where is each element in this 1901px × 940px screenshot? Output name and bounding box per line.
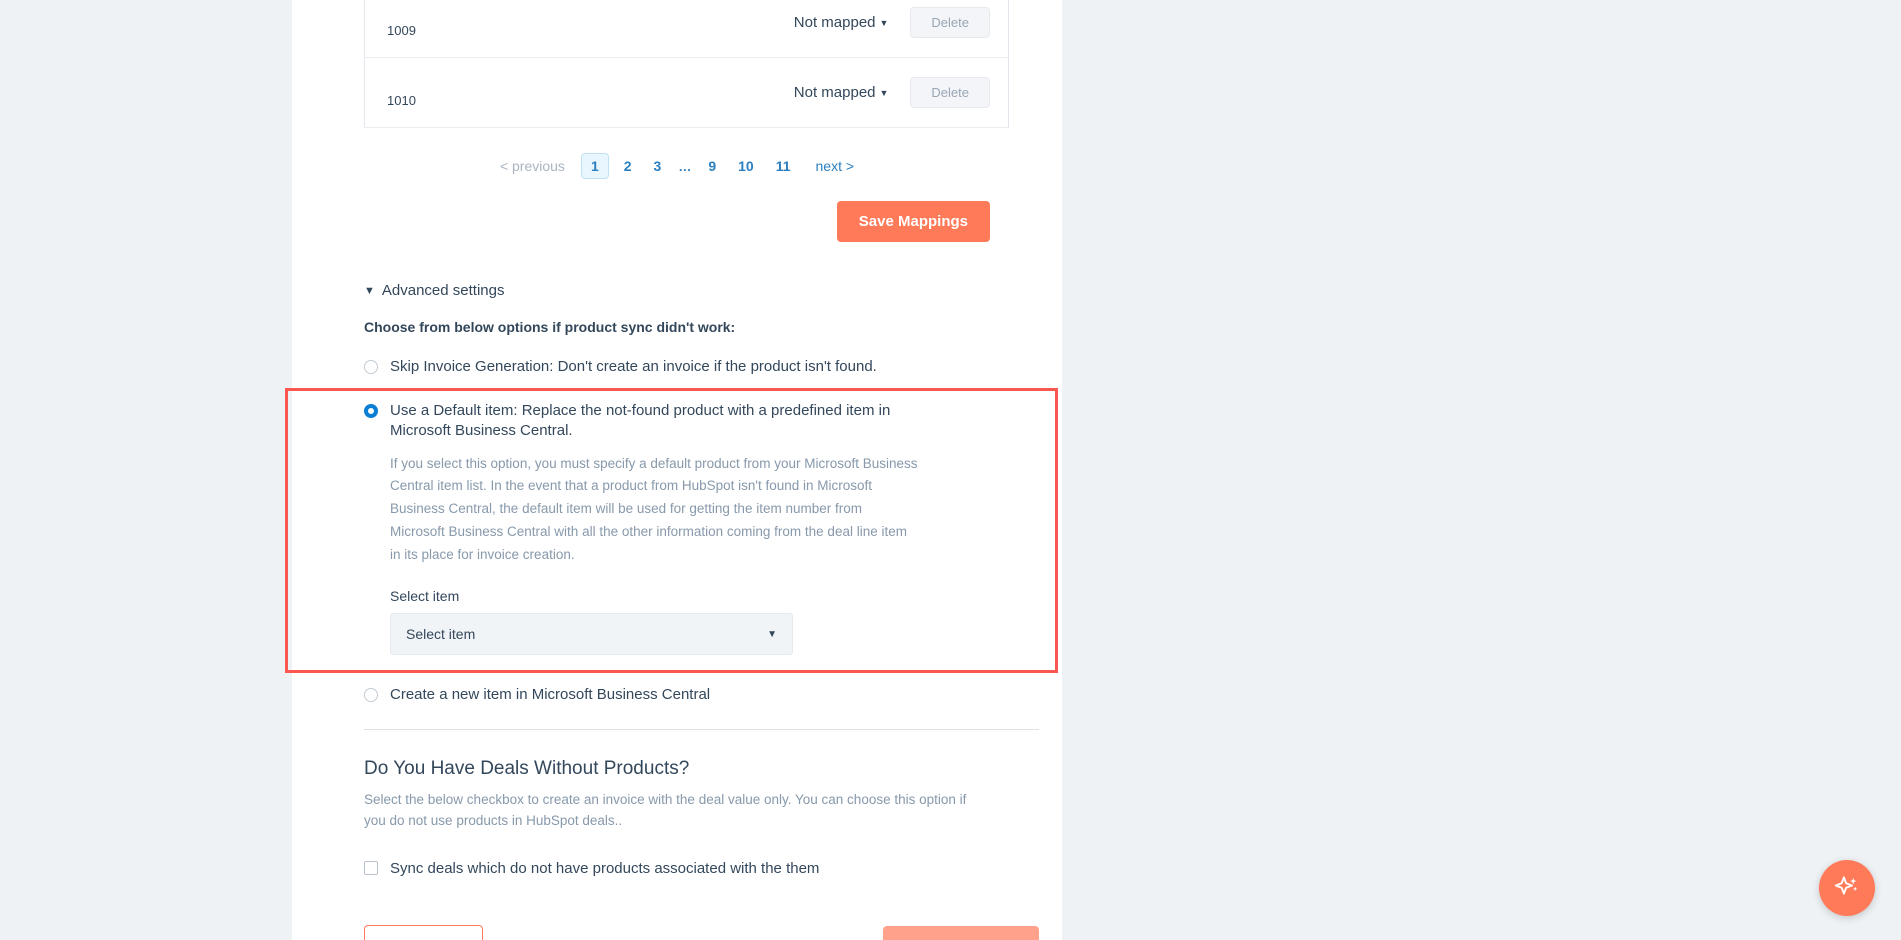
pagination-page-3[interactable]: 3 [647, 156, 669, 176]
sync-deals-checkbox-row[interactable]: Sync deals which do not have products as… [364, 860, 990, 877]
option-create-new-item[interactable]: Create a new item in Microsoft Business … [364, 685, 990, 705]
finish-button[interactable]: Finish [882, 925, 1039, 940]
select-item-label: Select item [390, 588, 460, 605]
deals-section-description: Select the below checkbox to create an i… [364, 792, 967, 829]
deals-without-products-section: Do You Have Deals Without Products? Sele… [364, 758, 990, 877]
option-use-default-item[interactable]: Use a Default item: Replace the not-foun… [364, 401, 990, 441]
delete-button[interactable]: Delete [910, 77, 990, 108]
pagination-ellipsis: … [678, 158, 692, 174]
option-label: Create a new item in Microsoft Business … [390, 686, 711, 704]
pagination-previous[interactable]: < previous [500, 158, 565, 174]
delete-button[interactable]: Delete [910, 7, 990, 38]
advanced-settings-label: Advanced settings [381, 282, 505, 299]
pagination-page-10[interactable]: 10 [731, 156, 761, 176]
chevron-down-icon: ▼ [879, 18, 889, 28]
radio-create-new-item[interactable] [364, 688, 378, 703]
save-mappings-button[interactable]: Save Mappings [836, 201, 990, 242]
pagination-page-1[interactable]: 1 [580, 153, 609, 179]
section-divider [364, 729, 1039, 731]
app-page: 1007 Delete 1009 Not mapped▼ Delete 1010… [0, 0, 1901, 940]
option-label: Skip Invoice Generation: Don't create an… [390, 358, 877, 375]
option-use-default-item-group: Use a Default item: Replace the not-foun… [364, 401, 990, 656]
pagination-page-11[interactable]: 11 [769, 156, 798, 176]
mapping-dropdown-value: Not mapped [793, 84, 876, 101]
option-skip-invoice-generation[interactable]: Skip Invoice Generation: Don't create an… [364, 357, 990, 377]
mapping-dropdown[interactable]: Not mapped ▼ [794, 84, 889, 101]
pagination: < previous 1 2 3 … 9 10 11 next > [292, 153, 1062, 179]
advanced-settings-subtitle: Choose from below options if product syn… [364, 319, 736, 335]
select-item-dropdown[interactable]: Select item ▼ [390, 613, 793, 656]
row-product-id: 1009 [387, 23, 416, 38]
select-item-value: Select item [406, 626, 476, 643]
option-label: Use a Default item: Replace the not-foun… [390, 401, 891, 439]
mapping-dropdown[interactable]: Not mapped ▼ [794, 14, 889, 31]
pagination-page-2[interactable]: 2 [617, 156, 639, 176]
sync-deals-checkbox[interactable] [364, 861, 378, 876]
table-row: 1009 Not mapped ▼ Delete [365, 0, 1008, 58]
triangle-down-icon: ▼ [364, 284, 375, 297]
save-mappings-row: Save Mappings [292, 201, 990, 242]
advanced-settings-toggle[interactable]: ▼ Advanced settings [364, 282, 990, 299]
chevron-down-icon: ▼ [767, 628, 777, 640]
advanced-settings-section: ▼ Advanced settings Choose from below op… [292, 282, 1062, 940]
sparkle-icon [1834, 876, 1858, 895]
chevron-down-icon: ▼ [879, 88, 889, 98]
content-card: 1007 Delete 1009 Not mapped▼ Delete 1010… [292, 0, 1062, 940]
sync-deals-label: Sync deals which do not have products as… [390, 859, 820, 877]
product-mapping-table: 1007 Delete 1009 Not mapped▼ Delete 1010… [364, 0, 1009, 128]
pagination-next[interactable]: next > [816, 158, 855, 174]
radio-use-default-item[interactable] [364, 403, 378, 418]
wizard-footer: < Back Finish [364, 924, 1039, 940]
mapping-dropdown-value: Not mapped [793, 14, 876, 31]
option-description: If you select this option, you must spec… [390, 455, 918, 562]
table-row: 1010 Not mapped ▼ Delete [365, 58, 1008, 128]
pagination-page-9[interactable]: 9 [701, 156, 723, 176]
row-product-id: 1010 [387, 93, 416, 108]
radio-skip-invoice-generation[interactable] [364, 360, 378, 374]
deals-section-title: Do You Have Deals Without Products? [364, 758, 690, 780]
ai-assistant-fab[interactable] [1819, 860, 1875, 916]
back-button[interactable]: < Back [364, 924, 483, 940]
